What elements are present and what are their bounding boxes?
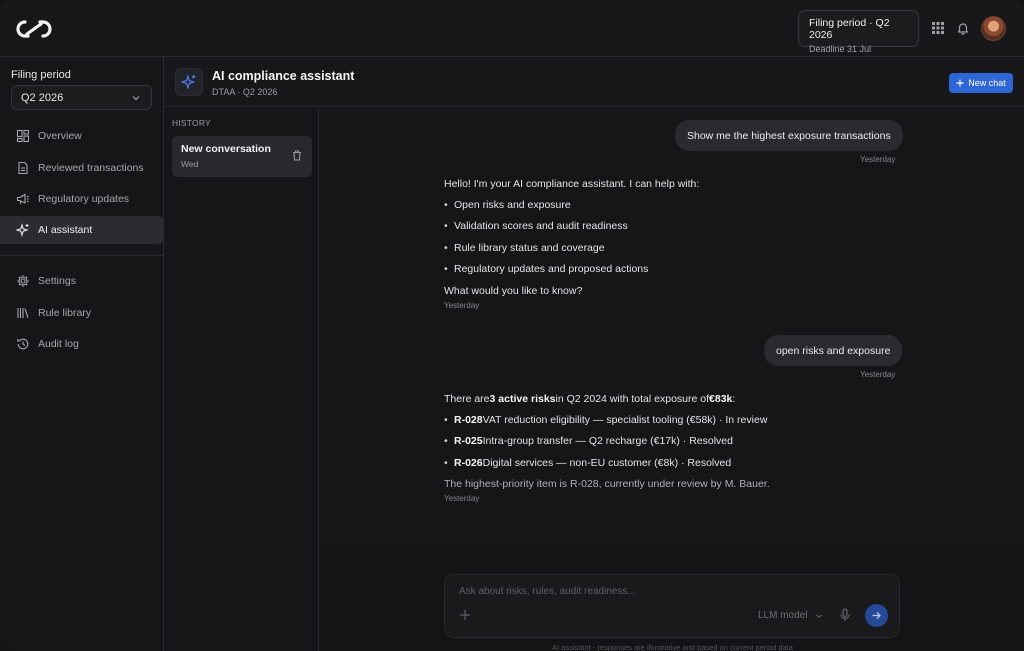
trash-icon[interactable] <box>292 150 302 161</box>
user-message-bubble: Show me the highest exposure transaction… <box>675 120 903 151</box>
assistant-message: There are 3 active risks in Q2 2024 with… <box>444 388 770 495</box>
list-item: • Regulatory updates and proposed actions <box>444 263 649 276</box>
sidebar-item-regulatory-updates[interactable]: Regulatory updates <box>0 185 164 213</box>
sidebar-item-label: Rule library <box>38 307 92 319</box>
conversation-item[interactable]: New conversation Wed <box>172 136 312 177</box>
risk-item: • R-025 Intra-group transfer — Q2 recharg… <box>444 435 733 448</box>
list-item: • Open risks and exposure <box>444 199 571 212</box>
sidebar-item-label: AI assistant <box>38 224 93 236</box>
list-item: • Validation scores and audit readiness <box>444 220 628 233</box>
sidebar-item-label: Regulatory updates <box>38 193 130 205</box>
document-icon <box>18 161 28 175</box>
filing-period-select[interactable]: Q2 2026 <box>11 85 152 110</box>
message-timestamp: Yesterday <box>860 370 896 379</box>
send-button[interactable] <box>865 604 888 627</box>
user-message-text: open risks and exposure <box>776 344 891 357</box>
grid-icon <box>16 129 30 143</box>
attach-plus-icon[interactable] <box>459 609 471 621</box>
user-message-text: Show me the highest exposure transaction… <box>687 129 891 142</box>
history-heading: HISTORY <box>172 118 211 128</box>
new-chat-button[interactable]: New chat <box>949 73 1013 93</box>
assistant-outro: The highest-priority item is R-028, curr… <box>444 478 770 491</box>
assistant-outro: What would you like to know? <box>444 284 583 297</box>
bell-icon[interactable] <box>956 21 970 35</box>
sidebar-item-rule-library[interactable]: Rule library <box>0 299 164 327</box>
history-icon <box>17 338 29 350</box>
app-window: Filing period · Q2 2026 Deadline 31 Jul … <box>0 0 1024 651</box>
arrow-right-icon <box>872 612 881 619</box>
chevron-down-icon <box>132 96 140 101</box>
assistant-intro: There are 3 active risks in Q2 2024 with… <box>444 392 736 405</box>
plus-icon <box>956 79 964 87</box>
microphone-icon[interactable] <box>839 608 851 622</box>
chat-composer[interactable]: Ask about risks, rules, audit readiness.… <box>444 574 900 638</box>
apps-grid-icon[interactable] <box>931 21 945 35</box>
page-title: AI compliance assistant <box>212 69 355 83</box>
conversation-title: New conversation <box>181 143 271 155</box>
conversation-day: Wed <box>181 159 199 169</box>
sidebar-item-label: Audit log <box>38 338 79 350</box>
page-subtitle: DTAA · Q2 2026 <box>212 87 278 97</box>
sparkle-icon <box>16 223 29 237</box>
risk-item: • R-028 VAT reduction eligibility — speci… <box>444 414 768 427</box>
disclaimer-text: AI assistant - responses are illustrativ… <box>552 643 793 651</box>
sidebar-item-overview[interactable]: Overview <box>0 122 164 150</box>
list-item: • Rule library status and coverage <box>444 241 605 254</box>
chat-input[interactable]: Ask about risks, rules, audit readiness.… <box>459 586 636 597</box>
sidebar-item-audit-log[interactable]: Audit log <box>0 330 164 358</box>
sidebar-divider <box>0 255 164 256</box>
model-selector[interactable]: LLM model <box>758 610 807 621</box>
filing-period-value: Q2 2026 <box>21 92 64 104</box>
sidebar: Filing period Q2 2026 Overview Reviewed … <box>0 57 164 651</box>
assistant-intro: Hello! I'm your AI compliance assistant.… <box>444 177 700 190</box>
library-icon <box>17 308 29 319</box>
user-message-bubble: open risks and exposure <box>764 335 903 366</box>
chat-thread: Show me the highest exposure transaction… <box>320 108 1024 651</box>
sidebar-item-ai-assistant[interactable]: AI assistant <box>0 216 164 244</box>
filing-period-title: Filing period · Q2 2026 <box>809 17 890 41</box>
sparkle-icon <box>181 74 196 90</box>
gear-icon <box>17 275 29 287</box>
assistant-header: AI compliance assistant DTAA · Q2 2026 N… <box>165 57 1024 107</box>
chevron-down-icon <box>816 614 822 619</box>
sidebar-item-label: Settings <box>38 275 76 287</box>
sidebar-item-label: Reviewed transactions <box>38 162 144 174</box>
message-timestamp: Yesterday <box>444 301 480 310</box>
message-timestamp: Yesterday <box>860 155 896 164</box>
sidebar-item-label: Overview <box>38 130 82 142</box>
sidebar-item-settings[interactable]: Settings <box>0 267 164 295</box>
message-timestamp: Yesterday <box>444 494 480 503</box>
filing-period-label: Filing period <box>11 69 71 81</box>
risk-item: • R-026 Digital services — non-EU custome… <box>444 456 732 469</box>
avatar[interactable] <box>981 16 1006 41</box>
assistant-badge <box>175 68 203 96</box>
assistant-message: Hello! I'm your AI compliance assistant.… <box>444 173 699 301</box>
sidebar-item-reviewed-transactions[interactable]: Reviewed transactions <box>0 154 164 182</box>
logo-icon[interactable] <box>16 19 52 39</box>
deadline-text: Deadline 31 Jul <box>809 44 872 54</box>
top-bar: Filing period · Q2 2026 Deadline 31 Jul <box>0 0 1024 57</box>
history-panel: HISTORY New conversation Wed <box>165 108 319 651</box>
new-chat-label: New chat <box>968 78 1006 88</box>
filing-period-badge[interactable]: Filing period · Q2 2026 Deadline 31 Jul <box>798 10 919 54</box>
megaphone-icon <box>16 193 29 205</box>
